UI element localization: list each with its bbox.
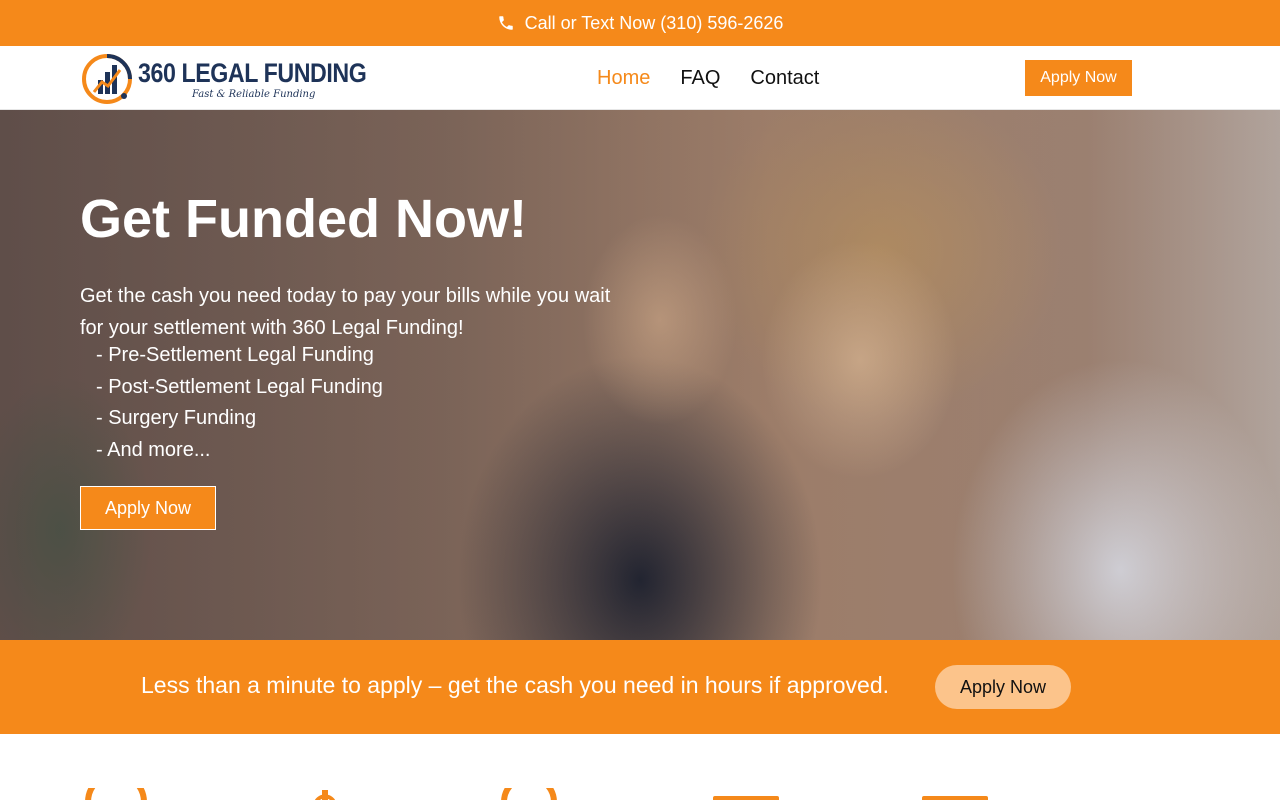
- brand-name: 360 LEGAL FUNDING: [138, 57, 367, 88]
- brand-tagline: Fast & Reliable Funding: [192, 88, 316, 100]
- calendar-icon: [922, 796, 988, 800]
- nav-menu: Home FAQ Contact: [597, 46, 849, 110]
- logo-mark-icon: [82, 54, 132, 104]
- list-item: - Surgery Funding: [96, 407, 257, 429]
- hero-section: Get Funded Now! Get the cash you need to…: [0, 110, 1280, 640]
- main-navigation: 360 LEGAL FUNDING Fast & Reliable Fundin…: [0, 46, 1280, 110]
- cta-band: Less than a minute to apply – get the ca…: [0, 640, 1280, 734]
- brand-logo[interactable]: 360 LEGAL FUNDING Fast & Reliable Fundin…: [80, 52, 367, 106]
- logo-wordmark: 360 LEGAL FUNDING Fast & Reliable Fundin…: [138, 59, 404, 100]
- top-contact-bar: Call or Text Now (310) 596-2626: [0, 0, 1280, 46]
- clock-icon: [501, 788, 557, 800]
- dollar-icon: [314, 790, 336, 800]
- hero-description: Get the cash you need today to pay your …: [80, 285, 611, 339]
- nav-item-faq[interactable]: FAQ: [680, 67, 720, 90]
- calendar-icon: [713, 796, 779, 800]
- nav-item-contact[interactable]: Contact: [750, 67, 819, 90]
- phone-icon: [498, 16, 513, 30]
- nav-item-home[interactable]: Home: [597, 67, 650, 90]
- list-item: - Pre-Settlement Legal Funding: [96, 344, 374, 366]
- cta-band-text: Less than a minute to apply – get the ca…: [141, 672, 889, 698]
- cta-apply-button[interactable]: Apply Now: [935, 665, 1071, 709]
- clock-icon: [85, 788, 147, 800]
- hero-apply-button[interactable]: Apply Now: [80, 486, 216, 530]
- contact-phone-link[interactable]: Call or Text Now (310) 596-2626: [525, 13, 784, 34]
- hero-service-list: - Pre-Settlement Legal Funding - Post-Se…: [96, 340, 383, 466]
- hero-title: Get Funded Now!: [80, 189, 527, 249]
- nav-apply-button[interactable]: Apply Now: [1025, 60, 1132, 96]
- list-item: - Post-Settlement Legal Funding: [96, 375, 383, 398]
- features-section: [0, 734, 1280, 800]
- list-item: - And more...: [96, 438, 211, 461]
